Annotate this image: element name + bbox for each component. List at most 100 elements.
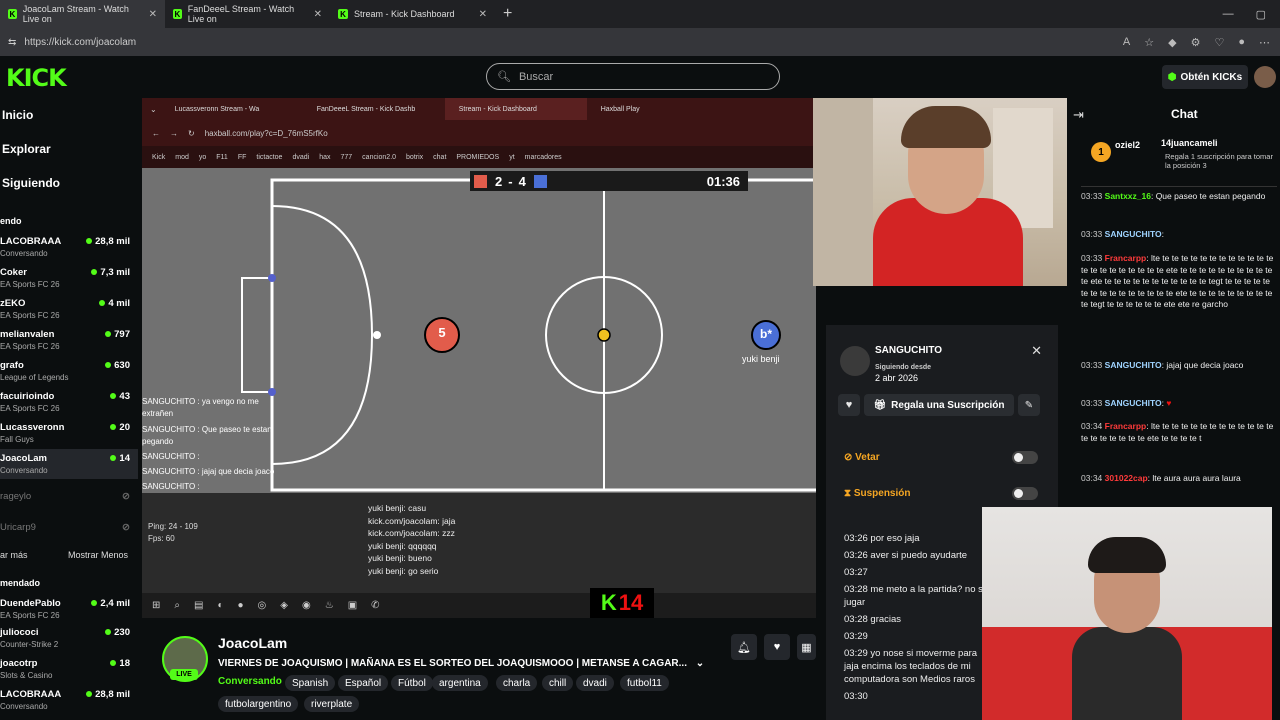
following-section-title: endo [0, 216, 22, 226]
collections-icon[interactable]: ♡ [1214, 36, 1224, 49]
sidebar-channel[interactable]: DuendePablo EA Sports FC 26 2,4 mil [0, 594, 138, 624]
suspension-toggle[interactable] [1012, 487, 1038, 500]
pinned-text: Regala 1 suscripción para tomar la posic… [1165, 152, 1273, 170]
tag[interactable]: argentina [432, 675, 488, 691]
live-dot-icon [110, 393, 117, 399]
red-team-icon [474, 174, 487, 188]
overlay-chat-line: SANGUCHITO : [142, 452, 200, 461]
tag[interactable]: charla [496, 675, 538, 691]
forward-icon: → [170, 128, 178, 138]
sidebar-channel[interactable]: juliococi Counter-Strike 2 230 [0, 623, 138, 653]
app-icon: ● [237, 600, 244, 611]
channel-name[interactable]: JoacoLam [218, 635, 287, 651]
gift-subscription-button[interactable]: 🎁︎ Regala una Suscripción [864, 394, 1014, 416]
tab-list-icon: ⌄ [150, 104, 157, 114]
close-tab-icon[interactable]: ✕ [149, 9, 157, 20]
sidebar-channel[interactable]: LACOBRAAA Conversando 28,8 mil [0, 232, 138, 262]
suspension-option: ⧗ Suspensión [844, 488, 911, 499]
tag[interactable]: Spanish [285, 675, 336, 691]
kick-favicon-icon: K [338, 9, 348, 19]
tab-label: JoacoLam Stream - Watch Live on [22, 4, 129, 24]
collapse-chat-icon[interactable]: ⇥ [1073, 107, 1084, 123]
live-dot-icon [105, 629, 112, 635]
veto-toggle[interactable] [1012, 451, 1038, 464]
sidebar-channel[interactable]: LACOBRAAA Conversando 28,8 mil [0, 685, 138, 715]
site-info-icon[interactable]: ⇆ [8, 37, 16, 48]
sidebar-channel[interactable]: Lucassveronn Fall Guys 20 [0, 418, 138, 448]
reload-icon: ↻ [188, 128, 195, 138]
notification-bell-icon[interactable]: 🔔︎ [731, 634, 757, 660]
score-separator: - [508, 173, 513, 189]
edge-icon: ◐ [217, 600, 224, 611]
tag[interactable]: futbol11 [620, 675, 669, 691]
browser-tab-fandeeel[interactable]: K FanDeeeL Stream - Watch Live on ✕ [165, 0, 330, 28]
live-dot-icon [99, 300, 106, 306]
back-icon: ← [152, 128, 160, 138]
get-kicks-button[interactable]: ⬢ Obtén KICKs [1162, 65, 1248, 89]
inner-url: haxball.com/play?c=D_76mS5rfKo [204, 128, 328, 138]
nav-home[interactable]: Inicio [2, 108, 33, 122]
stream-category[interactable]: Conversando [218, 676, 282, 687]
windows-start-icon: ⊞ [152, 600, 161, 611]
browser-toolbar: A ☆ ◆ ⚙ ♡ ● ⋯ [1123, 36, 1280, 49]
browser-tab-joacolam[interactable]: K JoacoLam Stream - Watch Live on ✕ [0, 0, 165, 28]
menu-dots-icon[interactable]: ⋯ [1259, 36, 1270, 49]
sidebar-channel[interactable]: joacotrp Slots & Casino 18 [0, 654, 138, 684]
nav-explore[interactable]: Explorar [2, 142, 51, 156]
sidebar-channel-offline[interactable]: rageyloUricarp9⊘ [0, 518, 138, 548]
hair [1088, 537, 1166, 573]
windows-taskbar: ⊞ ⌕ ▤ ◐ ● ◎ ◈ ◉ ♨ ▣ ✆ [142, 593, 816, 618]
minimize-icon[interactable]: — [1223, 8, 1234, 21]
tag[interactable]: Español [338, 675, 389, 691]
sidebar-channel[interactable]: grafo League of Legends 630 [0, 356, 138, 386]
close-tab-icon[interactable]: ✕ [314, 9, 322, 20]
tag[interactable]: riverplate [304, 696, 360, 712]
steam-icon: ♨ [324, 600, 334, 611]
stream-video[interactable]: ⌄ Lucassveronn Stream - Wa FanDeeeL Stre… [142, 98, 816, 618]
inner-tab: Stream - Kick Dashboard [444, 98, 587, 120]
tag[interactable]: Fútbol [391, 675, 433, 691]
user-avatar[interactable] [1254, 66, 1276, 88]
nav-following[interactable]: Siguiendo [2, 176, 60, 190]
kick-favicon-icon: K [8, 9, 17, 19]
settings-icon[interactable]: ⚙ [1191, 36, 1201, 49]
sidebar-channel[interactable]: facuirioindo EA Sports FC 26 43 [0, 387, 138, 417]
maximize-icon[interactable]: ▢ [1256, 8, 1266, 21]
scoreboard: 2 - 4 01:36 [470, 171, 748, 191]
blue-team-icon [533, 174, 547, 188]
offline-icon: ⊘ [122, 491, 130, 502]
tag[interactable]: dvadi [576, 675, 614, 691]
veto-option: ⊘ Vetar [844, 452, 880, 463]
sidebar-channel[interactable]: Coker EA Sports FC 26 7,3 mil [0, 263, 138, 293]
profile-icon[interactable]: ● [1238, 36, 1245, 49]
read-aloud-icon[interactable]: A [1123, 36, 1130, 49]
chat-message: 03:34 301022cap: lte aura aura aura laur… [1081, 473, 1241, 483]
show-less-link[interactable]: Mostrar Menos [68, 550, 128, 560]
browser-tab-dashboard[interactable]: K Stream - Kick Dashboard ✕ [330, 0, 495, 28]
chevron-down-icon[interactable]: ⌄ [696, 658, 704, 669]
new-tab-button[interactable]: + [495, 5, 520, 23]
show-more-link[interactable]: ar más [0, 550, 28, 560]
webcam-guest [982, 507, 1272, 720]
kick-logo[interactable]: KICK [6, 64, 67, 92]
follow-heart-icon[interactable]: ♥ [764, 634, 790, 660]
user-card-name: SANGUCHITO [875, 345, 943, 356]
live-dot-icon [105, 362, 112, 368]
url-field[interactable]: https://kick.com/joacolam [24, 37, 136, 48]
kick-header: KICK 🔍︎ Buscar ⬢ Obtén KICKs [0, 56, 1280, 98]
favorite-star-icon[interactable]: ☆ [1144, 36, 1154, 49]
close-tab-icon[interactable]: ✕ [479, 9, 487, 20]
sidebar-channel[interactable]: melianvalen EA Sports FC 26 797 [0, 325, 138, 355]
tag[interactable]: chill [542, 675, 574, 691]
tag[interactable]: futbolargentino [218, 696, 299, 712]
extension-icon[interactable]: ◆ [1168, 36, 1176, 49]
close-icon[interactable]: ✕ [1031, 343, 1042, 359]
match-timer: 01:36 [706, 173, 740, 189]
pin-icon[interactable]: ✎ [1018, 394, 1040, 416]
sidebar-channel-offline[interactable]: rageylo ⊘ [0, 487, 138, 517]
more-options-icon[interactable]: ▦ [797, 634, 816, 660]
sidebar-channel-active[interactable]: JoacoLam Conversando 14 [0, 449, 138, 479]
search-input[interactable]: 🔍︎ Buscar [486, 63, 780, 90]
follow-heart-icon[interactable]: ♥ [838, 394, 860, 416]
sidebar-channel[interactable]: zEKO EA Sports FC 26 4 mil [0, 294, 138, 324]
